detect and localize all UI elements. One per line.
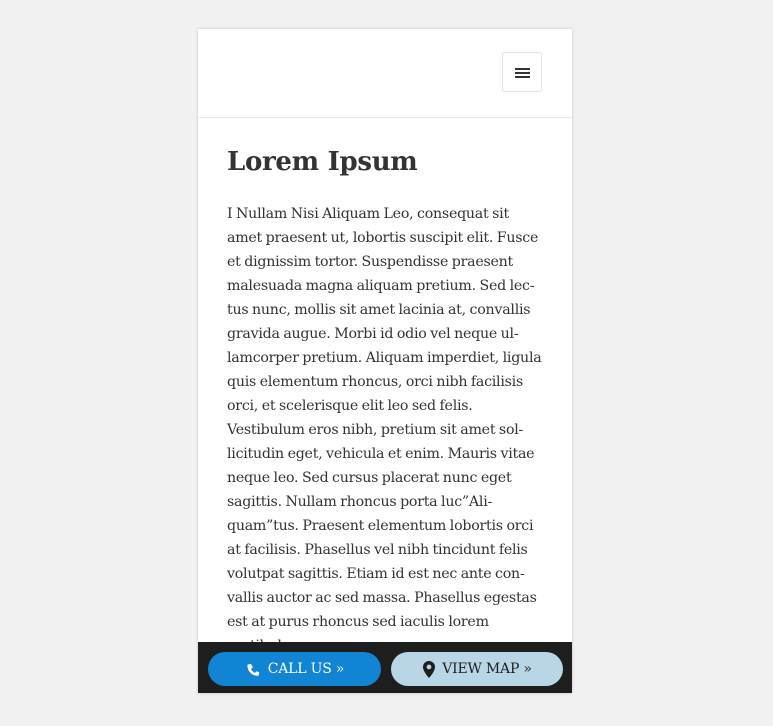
map-pin-icon [422, 660, 436, 678]
site-header [198, 29, 572, 118]
call-us-button[interactable]: CALL US » [208, 652, 381, 686]
page-body-text: I Nullam Nisi Aliquam Leo, consequat sit… [227, 206, 542, 654]
phone-icon [245, 661, 262, 678]
page-title: Lorem Ipsum [227, 147, 418, 177]
call-us-label: CALL US » [267, 661, 345, 677]
mobile-page: Lorem Ipsum I Nullam Nisi Aliquam Leo, c… [198, 29, 572, 693]
hamburger-menu-icon [515, 68, 530, 70]
menu-toggle-button[interactable] [502, 52, 542, 92]
cta-bar: CALL US » VIEW MAP » [198, 642, 572, 693]
view-map-label: VIEW MAP » [442, 661, 532, 677]
main-content: Lorem Ipsum I Nullam Nisi Aliquam Leo, c… [227, 118, 545, 658]
view-map-button[interactable]: VIEW MAP » [391, 652, 563, 686]
